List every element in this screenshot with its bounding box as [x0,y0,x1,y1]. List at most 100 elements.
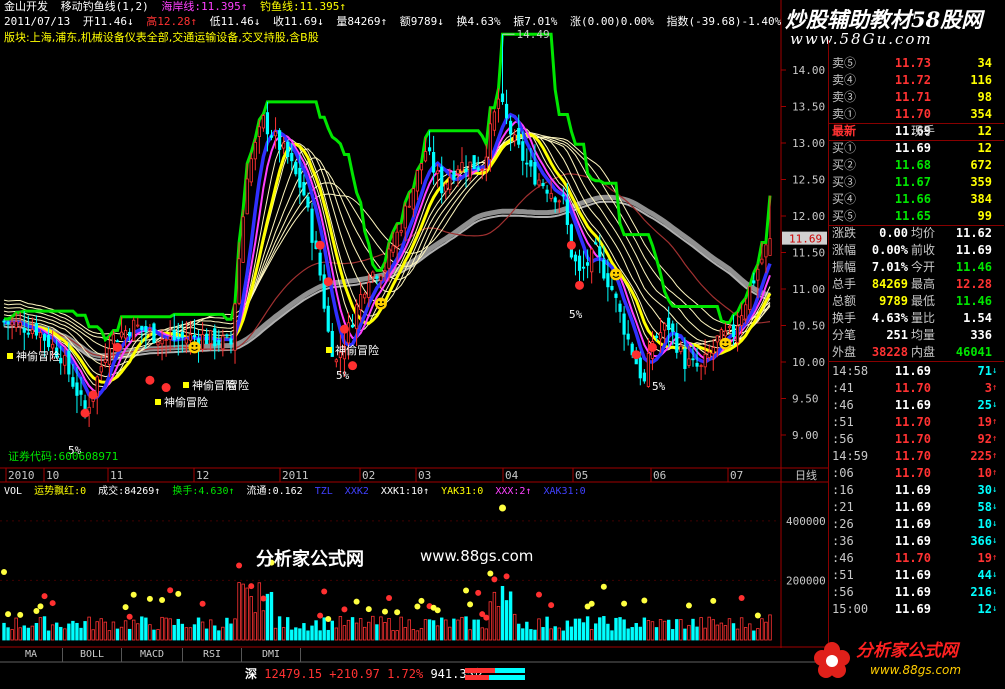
volume-bar [598,617,602,641]
tab-boll[interactable]: BOLL [63,648,122,662]
volume-bar [411,629,416,641]
volume-bar [172,624,176,641]
open-value: 开11.46↓ [82,15,134,28]
volume-signal-dot [167,587,174,594]
volume-bar [225,617,229,641]
candle-body [269,135,274,138]
candle-body [740,315,744,326]
vol-field-2: 成交:84269↑ [98,486,161,497]
stat-value: 12.28 [955,277,992,291]
candle-body [679,345,683,352]
candle-body [294,161,298,175]
tick-price: 11.69 [894,602,931,616]
volume-signal-dot [146,595,153,602]
divider [829,361,1004,362]
volume-bar [399,616,403,641]
smiley-eye [191,344,194,347]
tick-direction-icon: ↓ [992,536,998,546]
candle-body [452,171,456,180]
sell-row: 卖④ 11.72 116 [829,72,1004,89]
volume-bar [448,626,452,641]
stat-value: 251 [886,328,908,342]
date-axis-label: 2010 [8,469,35,482]
volume-bar [666,619,671,641]
volume-bar [391,630,395,641]
tick-price: 11.70 [894,551,931,565]
volume-bar [634,623,638,641]
volume-bar [379,616,383,641]
volume-signal-dot [248,583,255,590]
candle-body [521,141,525,161]
buy-row: 买① 11.69 12 [829,140,1004,157]
volume-bar [192,624,197,641]
volume-bar [589,629,594,641]
vol-label: VOL [4,486,23,497]
candle-body [399,230,403,233]
candle-body [768,238,772,256]
volume-bar [496,605,501,641]
stat-value: 11.46 [955,294,992,308]
tab-ma[interactable]: MA [0,648,63,662]
vol-field-10: XAK31:0 [543,486,586,497]
candle-body [573,254,578,262]
volume-signal-dot [491,576,498,583]
candle-body [598,246,602,257]
tick-time: :51 [832,415,854,429]
volume-bar [200,621,205,641]
candle-body [687,358,691,366]
volume-bar [435,625,440,641]
chart-annotation: 5% [569,308,583,321]
tick-time: :41 [832,381,854,395]
volume-bar [739,617,744,641]
tick-time: 14:59 [832,449,869,463]
candle-body [350,324,355,328]
volume-bar [756,628,760,641]
volume-bar [38,617,43,641]
volume-bar [387,618,391,641]
volume-signal-dot [365,606,372,613]
tab-dmi[interactable]: DMI [242,648,301,662]
volume-bar [752,630,756,641]
candle-body [6,321,10,325]
kline-chart[interactable]: 14.00 13.50 13.00 12.50 12.00 11.50 11.00 10.50… [0,0,828,689]
volume-bar [735,628,740,641]
volume-bar [71,620,75,641]
candle-body [346,322,351,344]
volume-bar [553,626,557,641]
stat-value: 7.01% [871,260,908,274]
volume-signal-dot [49,600,56,607]
volume-bar [10,629,14,641]
volume-bar [233,618,237,641]
index-value: 12479.15 [264,667,323,681]
date-axis-label: 07 [730,469,743,482]
candle-body [132,319,136,342]
volume-bar [176,618,180,641]
volume-bar [123,620,128,641]
candle-body [217,340,221,345]
volume-bar [115,628,120,641]
tab-macd[interactable]: MACD [122,648,183,662]
candle-body [128,331,132,337]
tick-volume: 25 [977,398,992,412]
volume-bar [50,624,55,641]
candle-body [618,303,622,312]
volume-bar [196,617,201,641]
date-axis-label: 02 [362,469,375,482]
candle-body [606,273,610,288]
candle-body [249,158,253,183]
smiley-eye [377,301,380,304]
indicator-header: 金山开发 移动钓鱼线(1,2) 海岸线:11.395↑ 钓鱼线:11.395↑ [4,0,352,14]
tick-price: 11.70 [894,415,931,429]
volume-bar [569,626,574,641]
candle-body [209,330,213,344]
candle-body [646,352,651,387]
tab-rsi[interactable]: RSI [183,648,242,662]
indicator-name: 移动钓鱼线(1,2) [60,0,149,13]
mid-watermark-brand: 分析家公式网 [256,549,364,570]
candle-body [468,161,472,179]
stat-label: 分笔 [832,328,857,342]
stat-label: 内盘 [911,345,936,359]
chart-annotation: 神偷冒险 [164,395,208,409]
volume-bar [273,627,278,641]
candle-body [225,334,229,337]
